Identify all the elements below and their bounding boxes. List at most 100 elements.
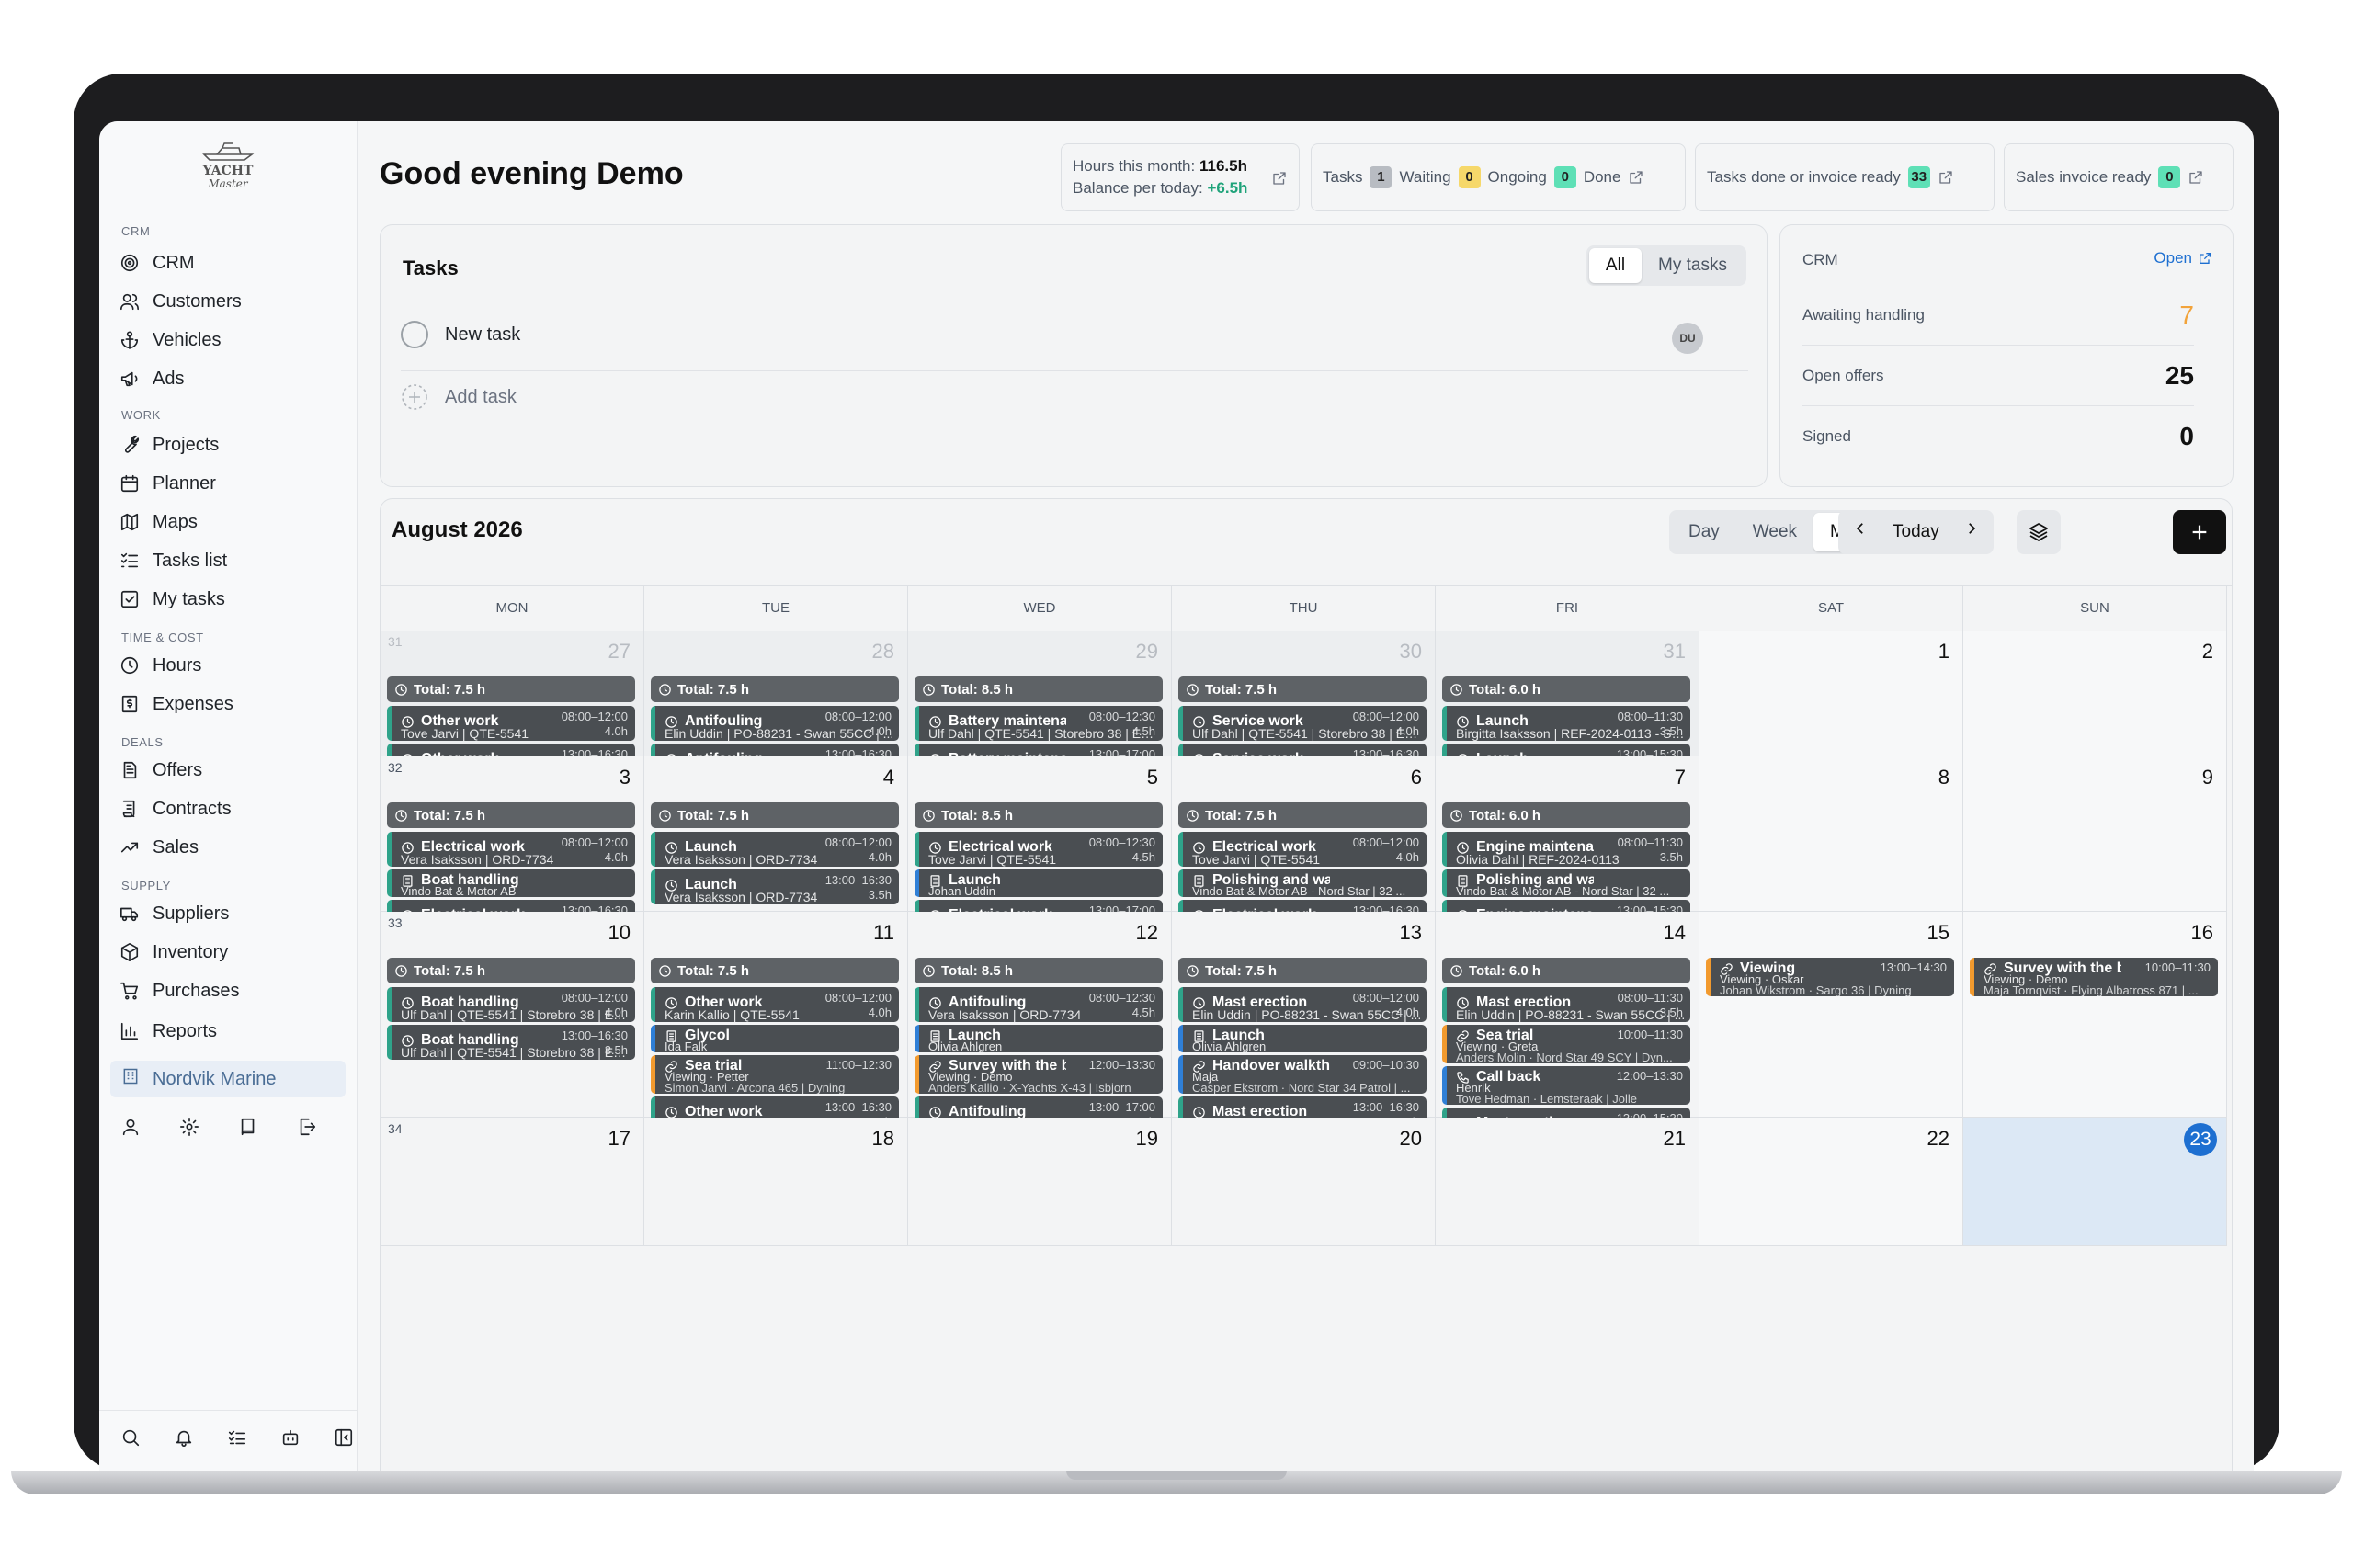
calendar-event[interactable]: Call back 12:00–13:30 Henrik Tove Hedman · … (1442, 1066, 1690, 1105)
day-cell[interactable]: 7 Total: 6.0 h Engine maintenance08:00–11:… (1436, 756, 1699, 935)
add-event-button[interactable] (2173, 510, 2226, 554)
tasks-status-chip[interactable]: Tasks 1 Waiting 0 Ongoing 0 Done (1311, 143, 1686, 211)
calendar-event[interactable]: Glycol Ida Falk (651, 1025, 899, 1052)
day-cell[interactable]: 11 Total: 7.5 h Other work 08:00–12:00 4.0h K… (644, 912, 908, 1131)
external-link-icon[interactable] (2188, 169, 2204, 186)
day-cell[interactable]: 20 (1172, 1118, 1436, 1246)
day-cell[interactable]: 30 Total: 7.5 h Service work 08:00–12:00 4.0… (1172, 631, 1436, 778)
day-cell[interactable]: 29 Total: 8.5 h Battery maintenan...08:00–… (908, 631, 1172, 778)
day-cell[interactable]: 31 Total: 6.0 h Launch 08:00–11:30 3.5h Birgi… (1436, 631, 1699, 778)
hours-summary-chip[interactable]: Hours this month: 116.5h Balance per tod… (1061, 143, 1300, 211)
logout-icon[interactable] (296, 1116, 318, 1138)
calendar-event[interactable]: Electrical work 08:00–12:00 4.0h Vera Isaks… (387, 832, 635, 867)
calendar-event[interactable]: Electrical work 08:00–12:30 4.5h Tove Jarvi… (915, 832, 1163, 867)
day-cell[interactable]: 1 (1699, 631, 1963, 756)
day-cell[interactable]: 2 (1963, 631, 2227, 756)
sidebar-item-sales[interactable]: Sales (119, 831, 199, 864)
user-icon[interactable] (119, 1116, 142, 1138)
add-task-button[interactable]: Add task (401, 383, 517, 411)
day-cell[interactable]: 34 17 (381, 1118, 644, 1246)
yacht-master-logo[interactable]: YACHT Master (191, 140, 265, 195)
filter-my-tasks-button[interactable]: My tasks (1642, 248, 1744, 283)
task-checkbox[interactable] (401, 321, 428, 348)
calendar-event[interactable]: Other work 08:00–12:00 4.0h Tove Jarvi | QT… (387, 706, 635, 741)
invoice-ready-chip[interactable]: Tasks done or invoice ready 33 (1695, 143, 1995, 211)
day-cell[interactable]: 5 Total: 8.5 h Electrical work 08:00–12:30 4… (908, 756, 1172, 935)
sidebar-item-customers[interactable]: Customers (119, 285, 242, 318)
sidebar-item-hours[interactable]: Hours (119, 649, 201, 682)
day-cell[interactable]: 23 (1963, 1118, 2227, 1246)
task-row[interactable]: New task (401, 321, 520, 348)
sidebar-item-contracts[interactable]: Contracts (119, 792, 232, 825)
calendar-event[interactable]: Boat handling 13:00–16:30 3.5h Ulf Dahl | Q… (387, 1025, 635, 1060)
calendar-event[interactable]: Antifouling 08:00–12:30 4.5h Vera Isaksson … (915, 987, 1163, 1022)
crm-row-open-offers[interactable]: Open offers 25 (1802, 361, 2194, 391)
sidebar-item-projects[interactable]: Projects (119, 428, 219, 461)
day-cell[interactable]: 6 Total: 7.5 h Electrical work 08:00–12:00 4… (1172, 756, 1436, 935)
company-switcher[interactable]: Nordvik Marine (110, 1061, 346, 1097)
day-cell[interactable]: 32 3 Total: 7.5 h Electrical work 08:00–12:0… (381, 756, 644, 935)
calendar-event[interactable]: Polishing and waxingVindo Bat & Motor AB… (1442, 869, 1690, 897)
sidebar-item-planner[interactable]: Planner (119, 467, 216, 500)
day-cell[interactable]: 19 (908, 1118, 1172, 1246)
today-button[interactable]: Today (1883, 513, 1949, 551)
calendar-event[interactable]: Launch 08:00–11:30 3.5h Birgitta Isaksson |… (1442, 706, 1690, 741)
sidebar-item-tasks-list[interactable]: Tasks list (119, 544, 227, 577)
day-cell[interactable]: 9 (1963, 756, 2227, 912)
day-cell[interactable]: 16 Survey with the bu...10:00–11:30Viewin… (1963, 912, 2227, 1118)
sidebar-item-ads[interactable]: Ads (119, 362, 184, 395)
collapse-sidebar-icon[interactable] (333, 1426, 355, 1449)
calendar-event[interactable]: Launch 08:00–12:00 4.0h Vera Isaksson | ORD… (651, 832, 899, 867)
calendar-event[interactable]: Survey with the bu...12:00–13:30Viewing … (915, 1055, 1163, 1094)
sidebar-item-reports[interactable]: Reports (119, 1015, 217, 1048)
crm-open-link[interactable]: Open (2154, 249, 2212, 267)
calendar-event[interactable]: Launch 13:00–16:30 3.5h Vera Isaksson | ORD… (651, 869, 899, 904)
day-cell[interactable]: 13 Total: 7.5 h Mast erection 08:00–12:00 4.… (1172, 912, 1436, 1131)
crm-row-awaiting[interactable]: Awaiting handling 7 (1802, 301, 2194, 330)
sidebar-item-my-tasks[interactable]: My tasks (119, 583, 225, 616)
day-cell[interactable]: 4 Total: 7.5 h Launch 08:00–12:00 4.0h Vera I… (644, 756, 908, 912)
checklist-icon[interactable] (226, 1426, 248, 1449)
sidebar-item-crm[interactable]: CRM (119, 246, 195, 279)
bell-icon[interactable] (173, 1426, 195, 1449)
day-cell[interactable]: 22 (1699, 1118, 1963, 1246)
day-cell[interactable]: 18 (644, 1118, 908, 1246)
calendar-event[interactable]: Launch Olivia Ahlgren (915, 1025, 1163, 1052)
avatar[interactable]: DU (1672, 323, 1703, 354)
filter-all-button[interactable]: All (1588, 248, 1643, 283)
calendar-event[interactable]: Boat handling Vindo Bat & Motor AB (387, 869, 635, 897)
external-link-icon[interactable] (1628, 169, 1644, 186)
sidebar-item-inventory[interactable]: Inventory (119, 936, 228, 969)
day-cell[interactable]: 28 Total: 7.5 h Antifouling 08:00–12:00 4.0h… (644, 631, 908, 778)
sidebar-item-purchases[interactable]: Purchases (119, 974, 240, 1007)
robot-icon[interactable] (279, 1426, 301, 1449)
calendar-event[interactable]: Engine maintenance08:00–11:303.5hOlivia … (1442, 832, 1690, 867)
calendar-event[interactable]: Electrical work 08:00–12:00 4.0h Tove Jarvi… (1178, 832, 1427, 867)
calendar-event[interactable]: Viewing 13:00–14:30 Viewing · Oskar Johan W… (1706, 958, 1954, 996)
sidebar-item-offers[interactable]: Offers (119, 754, 202, 787)
sales-invoice-chip[interactable]: Sales invoice ready 0 (2004, 143, 2234, 211)
day-cell[interactable]: 21 (1436, 1118, 1699, 1246)
gear-icon[interactable] (178, 1116, 200, 1138)
calendar-event[interactable]: Mast erection 08:00–11:30 3.5h Elin Uddin |… (1442, 987, 1690, 1022)
calendar-event[interactable]: Launch Olivia Ahlgren (1178, 1025, 1427, 1052)
external-link-icon[interactable] (1938, 169, 1954, 186)
sidebar-item-maps[interactable]: Maps (119, 506, 198, 539)
day-cell[interactable]: 31 27 Total: 7.5 h Other work 08:00–12:00 4.0… (381, 631, 644, 778)
calendar-event[interactable]: Sea trial 11:00–12:30 Viewing · Petter Simo… (651, 1055, 899, 1094)
next-period-button[interactable] (1952, 513, 1991, 551)
sidebar-item-suppliers[interactable]: Suppliers (119, 897, 229, 930)
day-cell[interactable]: 8 (1699, 756, 1963, 912)
sidebar-item-vehicles[interactable]: Vehicles (119, 324, 222, 357)
calendar-event[interactable]: Polishing and waxingVindo Bat & Motor AB… (1178, 869, 1427, 897)
view-week-button[interactable]: Week (1736, 513, 1813, 551)
calendar-event[interactable]: Handover walkthr...09:00–10:30MajaCasper… (1178, 1055, 1427, 1094)
search-icon[interactable] (119, 1426, 142, 1449)
sidebar-item-expenses[interactable]: Expenses (119, 687, 233, 721)
day-cell[interactable]: 12 Total: 8.5 h Antifouling 08:00–12:30 4.5h… (908, 912, 1172, 1131)
calendar-event[interactable]: Antifouling 08:00–12:00 4.0h Elin Uddin | P… (651, 706, 899, 741)
calendar-event[interactable]: Sea trial 10:00–11:30 Viewing · Greta Ander… (1442, 1025, 1690, 1063)
calendar-event[interactable]: Other work 08:00–12:00 4.0h Karin Kallio | … (651, 987, 899, 1022)
view-day-button[interactable]: Day (1672, 513, 1736, 551)
calendar-event[interactable]: Launch Johan Uddin (915, 869, 1163, 897)
